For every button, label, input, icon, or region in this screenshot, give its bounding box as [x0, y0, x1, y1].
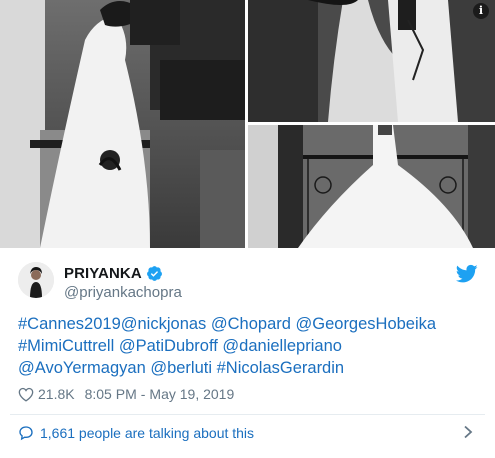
- author-handle[interactable]: @priyankachopra: [64, 284, 182, 301]
- divider: [10, 414, 485, 415]
- verified-badge-icon: [146, 266, 162, 281]
- author-name-row: PRIYANKA: [64, 265, 163, 282]
- avatar[interactable]: [18, 262, 54, 298]
- photo-couple-embrace[interactable]: i: [248, 0, 495, 122]
- photo-1-image: [0, 0, 245, 248]
- info-icon[interactable]: i: [473, 3, 489, 19]
- twitter-bird-icon[interactable]: [456, 264, 478, 284]
- talking-count-text: 1,661 people are talking about this: [40, 425, 255, 441]
- photo-3-image: [248, 125, 495, 248]
- photo-grid: i: [0, 0, 495, 248]
- photo-couple-terrace[interactable]: [0, 0, 245, 248]
- tweet-line-1[interactable]: #Cannes2019@nickjonas @Chopard @GeorgesH…: [18, 313, 488, 335]
- heart-icon[interactable]: [18, 387, 34, 402]
- photo-2-image: [248, 0, 495, 122]
- author-name[interactable]: PRIYANKA: [64, 265, 142, 282]
- time-date-separator: -: [140, 386, 146, 402]
- chevron-right-icon[interactable]: [462, 425, 474, 439]
- embedded-tweet-card: i PRIYANKA @priyankachopra #Cannes2019@n…: [0, 0, 495, 458]
- photo-gown-balcony[interactable]: [248, 125, 495, 248]
- tweet-line-2[interactable]: #MimiCuttrell @PatiDubroff @daniellepria…: [18, 335, 488, 357]
- tweet-date[interactable]: May 19, 2019: [149, 386, 234, 402]
- conversation-link[interactable]: 1,661 people are talking about this: [18, 422, 478, 444]
- tweet-text: #Cannes2019@nickjonas @Chopard @GeorgesH…: [18, 313, 488, 379]
- speech-bubble-icon: [19, 426, 33, 441]
- tweet-line-3[interactable]: @AvoYermagyan @berluti #NicolasGerardin: [18, 357, 488, 379]
- tweet-meta: 21.8K 8:05 PM - May 19, 2019: [18, 384, 234, 404]
- tweet-time[interactable]: 8:05 PM: [85, 386, 137, 402]
- like-count[interactable]: 21.8K: [38, 386, 75, 402]
- tweet-header: PRIYANKA @priyankachopra: [18, 262, 478, 302]
